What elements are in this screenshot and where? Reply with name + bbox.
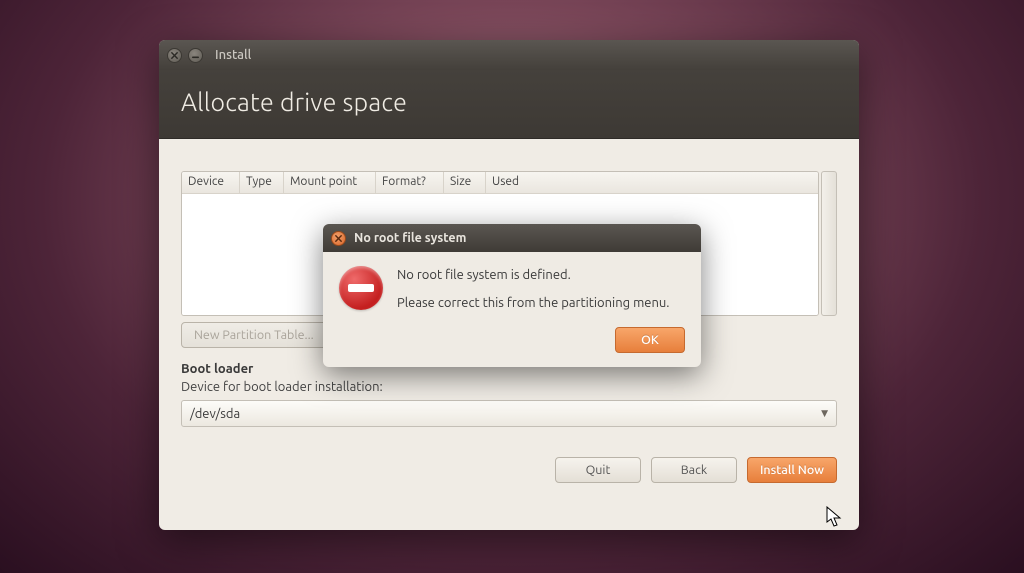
- dialog-close-button[interactable]: [331, 231, 346, 246]
- column-mountpoint[interactable]: Mount point: [284, 172, 376, 193]
- minimize-window-button[interactable]: [188, 48, 203, 63]
- back-button[interactable]: Back: [651, 457, 737, 483]
- column-type[interactable]: Type: [240, 172, 284, 193]
- dialog-line1: No root file system is defined.: [397, 266, 670, 286]
- bootloader-selected-value: /dev/sda: [190, 407, 240, 421]
- footer: Quit Back Install Now: [159, 441, 859, 499]
- dialog-titlebar[interactable]: No root file system: [323, 224, 701, 252]
- dialog-line2: Please correct this from the partitionin…: [397, 294, 670, 314]
- error-icon: [339, 266, 383, 310]
- dialog-message: No root file system is defined. Please c…: [397, 266, 670, 313]
- close-icon: [334, 234, 343, 243]
- bootloader-label: Device for boot loader installation:: [181, 380, 837, 394]
- bootloader-device-select[interactable]: /dev/sda ▼: [181, 400, 837, 427]
- header: Allocate drive space: [159, 70, 859, 139]
- partition-table-header: Device Type Mount point Format? Size Use…: [182, 172, 818, 194]
- chevron-down-icon: ▼: [821, 408, 828, 419]
- column-format[interactable]: Format?: [376, 172, 444, 193]
- minimize-icon: [191, 51, 200, 60]
- close-icon: [170, 51, 179, 60]
- vertical-scrollbar[interactable]: [821, 171, 837, 316]
- column-used[interactable]: Used: [486, 172, 818, 193]
- install-now-button[interactable]: Install Now: [747, 457, 837, 483]
- quit-button[interactable]: Quit: [555, 457, 641, 483]
- titlebar[interactable]: Install: [159, 40, 859, 70]
- error-dialog: No root file system No root file system …: [323, 224, 701, 367]
- page-title: Allocate drive space: [181, 88, 837, 116]
- column-size[interactable]: Size: [444, 172, 486, 193]
- dialog-title: No root file system: [354, 231, 466, 245]
- ok-button[interactable]: OK: [615, 327, 685, 353]
- new-partition-table-button[interactable]: New Partition Table...: [181, 322, 327, 348]
- window-title: Install: [215, 48, 251, 62]
- close-window-button[interactable]: [167, 48, 182, 63]
- column-device[interactable]: Device: [182, 172, 240, 193]
